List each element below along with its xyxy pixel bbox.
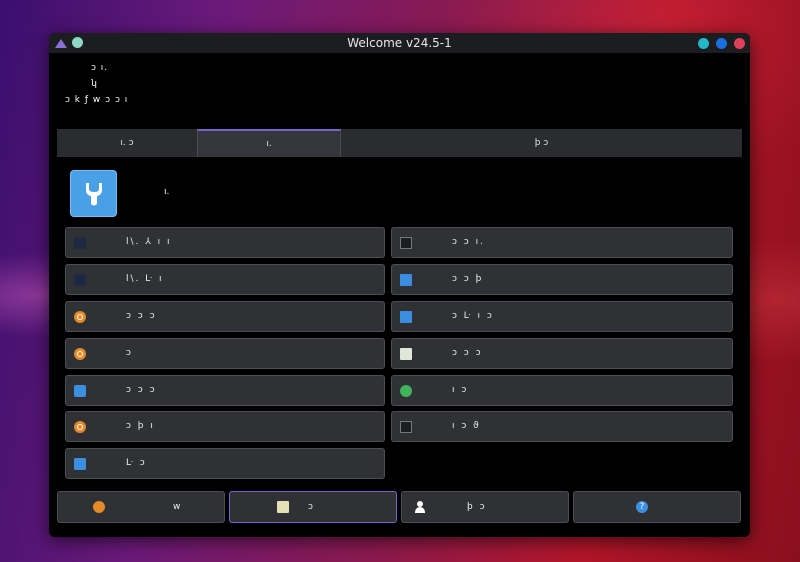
wrench-icon: [74, 385, 86, 397]
person-icon: [414, 501, 426, 513]
settings-orange-icon: [74, 348, 86, 360]
button-label: ᴐ ᴐ ᴐ: [126, 311, 157, 321]
window-title: Welcome v24.5-1: [347, 36, 452, 50]
button-label: ᴐ: [308, 502, 315, 512]
tab-1[interactable]: ı. ᴐ: [57, 129, 197, 157]
button-label: ᴐ ϸ ı: [126, 421, 155, 431]
button-label: ı ᴐ ϑ: [452, 421, 481, 431]
note-icon: [277, 501, 289, 513]
tab-bar: ı. ᴐ ı. ϸ ᴐ: [57, 129, 742, 157]
close-button[interactable]: [734, 38, 745, 49]
page-title: ı.: [164, 187, 170, 197]
button-label: ᴐ ᴐ ᴐ: [452, 348, 483, 358]
wrench-icon: [74, 458, 86, 470]
action-button-right-6[interactable]: ı ᴐ ϑ: [391, 411, 733, 442]
button-label: ᴐ ᒷ ı ᴐ: [452, 311, 494, 321]
button-label: ı ᴐ: [452, 385, 469, 395]
tab-2-active[interactable]: ı.: [197, 129, 341, 157]
help-icon: ?: [636, 501, 648, 513]
bottom-bar: w ᴐ ϸ ᴐ ?: [57, 491, 742, 525]
chart-icon: [74, 237, 86, 249]
action-button-left-2[interactable]: l\. ᒷ ı: [65, 264, 385, 295]
bottom-button-1[interactable]: w: [57, 491, 225, 523]
action-button-left-6[interactable]: ᴐ ϸ ı: [65, 411, 385, 442]
minimize-button[interactable]: [698, 38, 709, 49]
bottom-button-2[interactable]: ᴐ: [229, 491, 397, 523]
button-label: w: [173, 502, 183, 512]
button-label: l\. ⅄ ı ı: [126, 237, 172, 247]
screen-icon: [400, 274, 412, 286]
terminal-icon: [400, 421, 412, 433]
action-button-right-4[interactable]: ᴐ ᴐ ᴐ: [391, 338, 733, 369]
action-button-left-3[interactable]: ᴐ ᴐ ᴐ: [65, 301, 385, 332]
settings-orange-icon: [74, 421, 86, 433]
intro-text: ᴐ ı. ʮ ᴐ k ƒ w ᴐ ᴐ ı: [49, 53, 750, 128]
screen-icon: [400, 311, 412, 323]
button-label: ᴐ ᴐ ᴐ: [126, 385, 157, 395]
intro-line-1: ᴐ ı.: [91, 63, 109, 73]
action-button-left-7[interactable]: ᒷ ᴐ: [65, 448, 385, 479]
button-label: ϸ ᴐ: [467, 502, 487, 512]
action-button-right-5[interactable]: ı ᴐ: [391, 375, 733, 406]
action-button-left-1[interactable]: l\. ⅄ ı ı: [65, 227, 385, 258]
intro-line-3: ᴐ k ƒ w ᴐ ᴐ ı: [65, 95, 129, 105]
action-button-right-2[interactable]: ᴐ ᴐ ϸ: [391, 264, 733, 295]
gear-icon: [400, 385, 412, 397]
maximize-button[interactable]: [716, 38, 727, 49]
button-label: ᒷ ᴐ: [126, 458, 147, 468]
button-label: ᴐ: [126, 348, 133, 358]
tab-3[interactable]: ϸ ᴐ: [341, 129, 742, 157]
button-label: ᴐ ᴐ ϸ: [452, 274, 484, 284]
action-button-left-4[interactable]: ᴐ: [65, 338, 385, 369]
bolt-icon: [93, 501, 105, 513]
chart-icon: [74, 274, 86, 286]
action-button-right-1[interactable]: ᴐ ᴐ ı.: [391, 227, 733, 258]
bottom-button-4[interactable]: ?: [573, 491, 741, 523]
wrench-icon: [70, 170, 117, 217]
button-label: ᴐ ᴐ ı.: [452, 237, 485, 247]
action-button-right-3[interactable]: ᴐ ᒷ ı ᴐ: [391, 301, 733, 332]
settings-orange-icon: [74, 311, 86, 323]
title-bar[interactable]: Welcome v24.5-1: [49, 33, 750, 53]
terminal-icon: [400, 237, 412, 249]
action-button-left-5[interactable]: ᴐ ᴐ ᴐ: [65, 375, 385, 406]
intro-line-2: ʮ: [91, 79, 98, 89]
bottom-button-3[interactable]: ϸ ᴐ: [401, 491, 569, 523]
button-label: l\. ᒷ ı: [126, 274, 164, 284]
document-icon: [400, 348, 412, 360]
welcome-window: Welcome v24.5-1 ᴐ ı. ʮ ᴐ k ƒ w ᴐ ᴐ ı ı. …: [49, 33, 750, 537]
